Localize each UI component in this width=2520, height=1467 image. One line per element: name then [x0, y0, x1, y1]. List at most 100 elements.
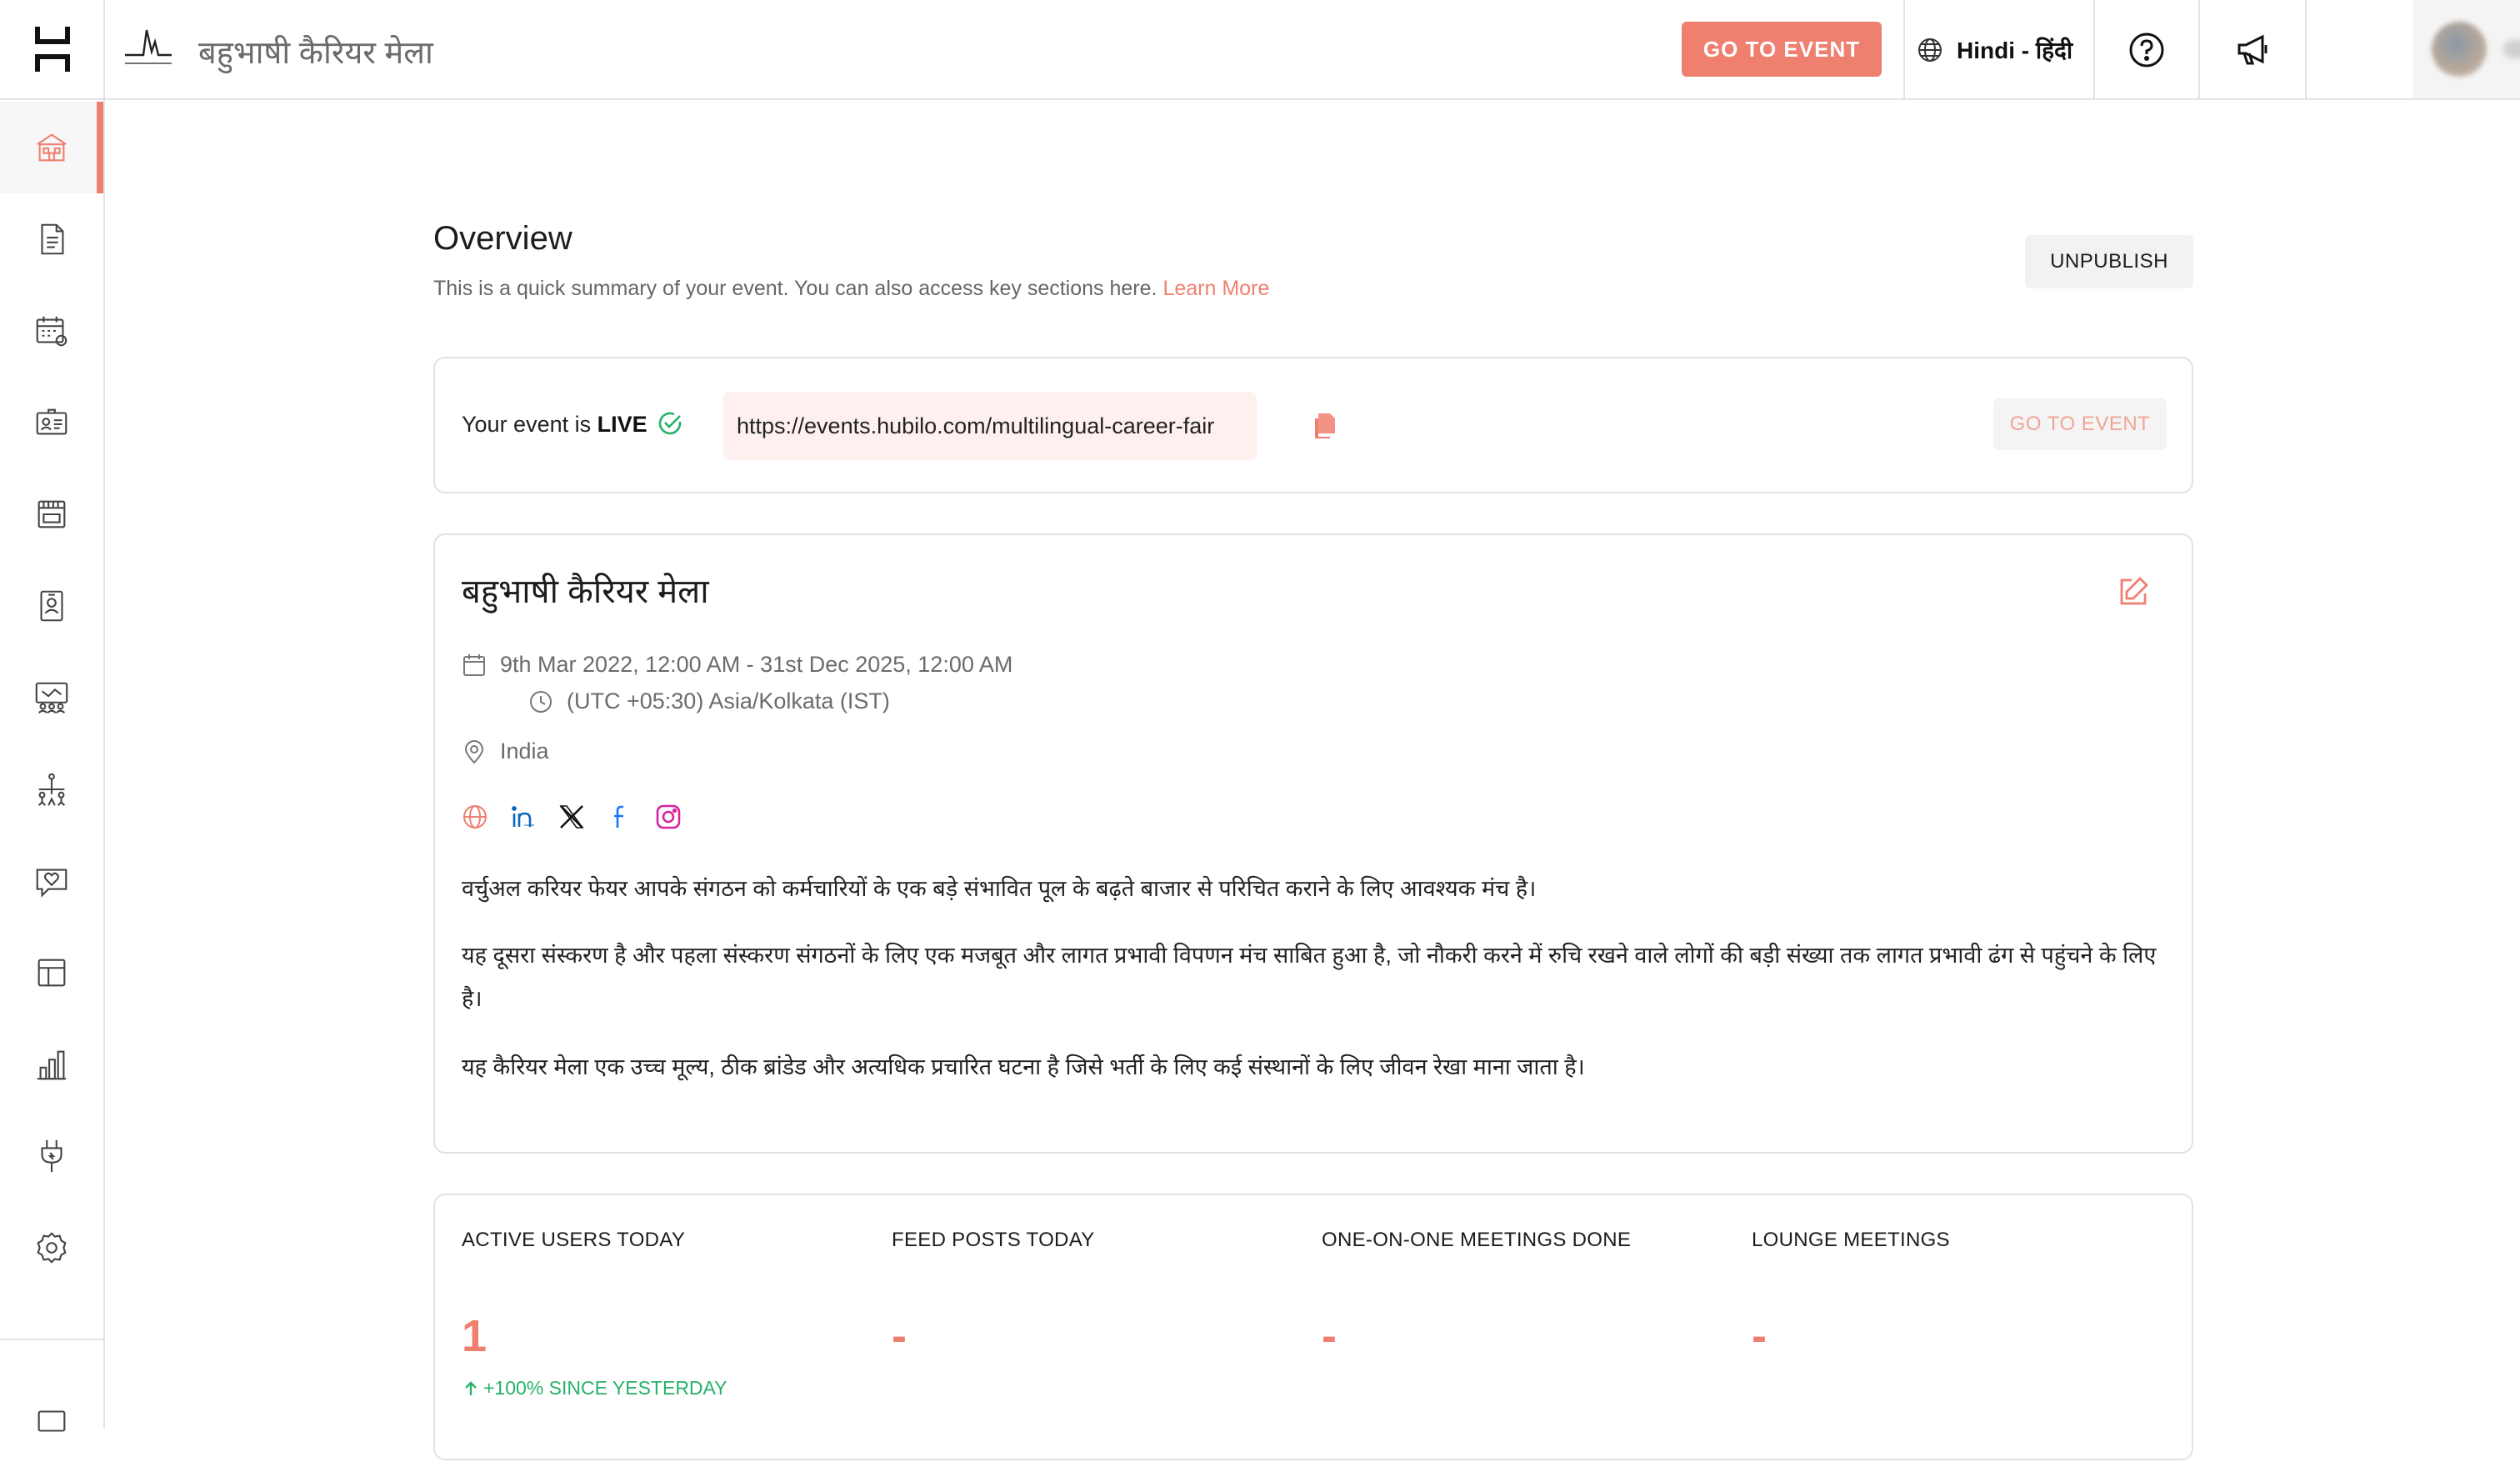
stat-value: - — [1752, 1311, 1767, 1361]
dashboard-icon — [37, 133, 67, 162]
x-icon — [559, 805, 584, 829]
event-location-row: India — [462, 739, 549, 764]
event-url[interactable]: https://events.hubilo.com/multilingual-c… — [723, 392, 1257, 460]
stat-value: - — [1322, 1311, 1337, 1361]
stat-value: 1 — [462, 1311, 488, 1361]
stat-label: FEED POSTS TODAY — [892, 1229, 1095, 1251]
user-menu[interactable] — [2413, 0, 2520, 98]
sidebar-item-overview[interactable] — [0, 102, 103, 193]
website-link[interactable] — [462, 804, 488, 830]
live-status-text: Your event is LIVE — [462, 412, 648, 438]
check-circle-icon — [658, 412, 682, 435]
stat-label: LOUNGE MEETINGS — [1752, 1229, 1950, 1251]
globe-icon — [1918, 38, 1942, 62]
page-subtitle-text: This is a quick summary of your event. Y… — [433, 277, 1158, 300]
social-links — [462, 804, 682, 830]
go-to-event-button[interactable]: GO TO EVENT — [1682, 22, 1882, 77]
copy-icon[interactable] — [1312, 412, 1338, 440]
event-description-paragraph: यह कैरियर मेला एक उच्च मूल्य, ठीक ब्रांड… — [462, 1054, 1585, 1079]
event-location: India — [500, 739, 549, 764]
sidebar-item-bottom[interactable] — [0, 1375, 103, 1467]
live-prefix: Your event is — [462, 412, 598, 437]
id-card-icon — [40, 590, 63, 622]
sidebar-item-agenda[interactable] — [0, 285, 103, 377]
avatar — [2432, 22, 2487, 77]
divider — [2305, 0, 2307, 100]
event-dates-row: 9th Mar 2022, 12:00 AM - 31st Dec 2025, … — [462, 652, 1012, 678]
stat-one-on-one-meetings: ONE-ON-ONE MEETINGS DONE - — [1322, 1229, 1722, 1361]
sidebar-item-sessions[interactable] — [0, 652, 103, 744]
event-stats-card: ACTIVE USERS TODAY 1 FEED POSTS TODAY - … — [433, 1194, 2193, 1460]
sidebar-item-event-info[interactable] — [0, 193, 103, 285]
edit-icon[interactable] — [2117, 575, 2150, 608]
unpublish-button[interactable]: UNPUBLISH — [2025, 235, 2193, 288]
divider — [1903, 0, 1905, 100]
people-network-icon — [38, 773, 66, 806]
x-link[interactable] — [558, 804, 585, 830]
sidebar-item-engagement[interactable] — [0, 835, 103, 927]
presentation-icon — [35, 682, 68, 713]
left-sidebar — [0, 0, 105, 1432]
instagram-icon — [656, 804, 681, 829]
analytics-icon — [37, 1050, 67, 1080]
arrow-up-icon — [465, 1380, 477, 1395]
stat-active-users: ACTIVE USERS TODAY 1 — [462, 1229, 862, 1361]
event-dates: 9th Mar 2022, 12:00 AM - 31st Dec 2025, … — [500, 652, 1013, 677]
badge-icon — [36, 408, 68, 435]
megaphone-icon — [2238, 34, 2268, 65]
event-description-paragraph: यह दूसरा संस्करण है और पहला संस्करण संगठ… — [462, 943, 2157, 1011]
stat-label: ACTIVE USERS TODAY — [462, 1229, 686, 1251]
sidebar-item-people[interactable] — [0, 560, 103, 652]
event-description-paragraph: वर्चुअल करियर फेयर आपके संगठन को कर्मचार… — [462, 876, 1537, 901]
go-to-event-secondary-button[interactable]: GO TO EVENT — [1993, 398, 2167, 450]
sidebar-item-analytics[interactable] — [0, 1019, 103, 1110]
page-title: Overview — [433, 220, 572, 257]
linkedin-link[interactable] — [510, 804, 537, 830]
calendar-icon — [463, 653, 485, 676]
stat-change-text: +100% SINCE YESTERDAY — [483, 1377, 728, 1399]
user-name-blurred — [2503, 40, 2520, 58]
sidebar-item-booths[interactable] — [0, 468, 103, 560]
plug-icon — [41, 1139, 62, 1173]
booth-icon — [38, 500, 66, 528]
stat-change: +100% SINCE YESTERDAY — [462, 1377, 728, 1399]
sidebar-item-settings[interactable] — [0, 1202, 103, 1294]
event-logo[interactable] — [122, 25, 175, 72]
top-bar: बहुभाषी कैरियर मेला GO TO EVENT Hindi - … — [105, 0, 2520, 100]
sidebar-item-design[interactable] — [0, 927, 103, 1019]
linkedin-icon — [512, 806, 534, 827]
hubilo-logo-mark — [35, 27, 70, 72]
sidebar-item-registration[interactable] — [0, 377, 103, 468]
sidebar-item-networking[interactable] — [0, 744, 103, 835]
event-timezone: (UTC +05:30) Asia/Kolkata (IST) — [567, 688, 890, 713]
instagram-link[interactable] — [655, 804, 682, 830]
stat-label: ONE-ON-ONE MEETINGS DONE — [1322, 1229, 1632, 1251]
page-subtitle: This is a quick summary of your event. Y… — [433, 277, 1269, 301]
stat-lounge-meetings: LOUNGE MEETINGS - — [1752, 1229, 2152, 1361]
event-timezone-row: (UTC +05:30) Asia/Kolkata (IST) — [528, 688, 890, 714]
sidebar-divider — [0, 1339, 103, 1340]
event-details-card: बहुभाषी कैरियर मेला 9th Mar 2022, 12:00 … — [433, 533, 2193, 1154]
location-pin-icon — [464, 739, 484, 764]
clock-icon — [530, 690, 552, 713]
sidebar-item-integrations[interactable] — [0, 1110, 103, 1202]
calendar-settings-icon — [36, 316, 68, 347]
document-icon — [41, 223, 64, 255]
help-button[interactable] — [2095, 0, 2198, 100]
facebook-link[interactable] — [607, 804, 633, 830]
learn-more-link[interactable]: Learn More — [1162, 277, 1269, 300]
stat-feed-posts: FEED POSTS TODAY - — [892, 1229, 1292, 1361]
facebook-icon — [614, 805, 623, 828]
live-status: LIVE — [597, 412, 648, 437]
event-live-card: Your event is LIVE https://events.hubilo… — [433, 357, 2193, 493]
settings-icon — [37, 1232, 67, 1264]
event-name: बहुभाषी कैरियर मेला — [462, 573, 709, 610]
announcements-button[interactable] — [2200, 0, 2305, 100]
hubilo-logo[interactable] — [0, 0, 105, 100]
help-icon — [2129, 33, 2164, 68]
monitor-icon — [38, 1410, 66, 1432]
website-icon — [463, 805, 487, 829]
chat-heart-icon — [36, 869, 68, 898]
layout-icon — [38, 959, 66, 987]
language-selector[interactable]: Hindi - हिंदी — [1917, 0, 2072, 100]
